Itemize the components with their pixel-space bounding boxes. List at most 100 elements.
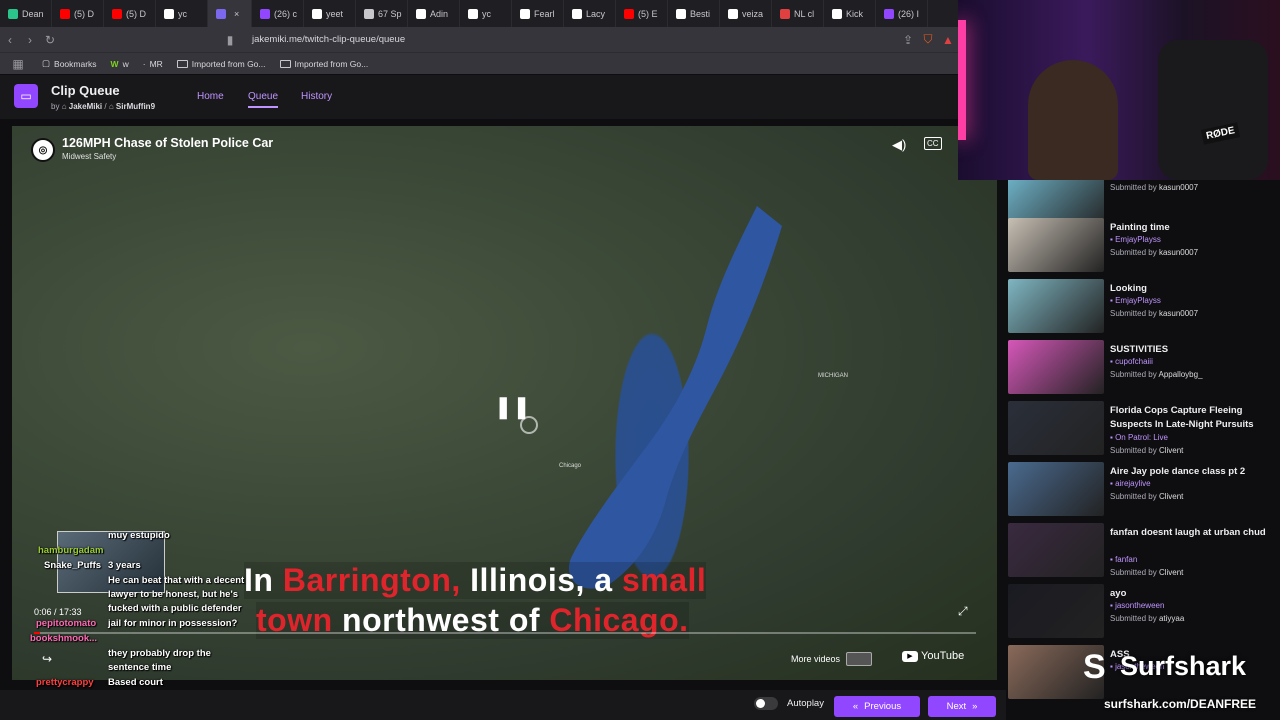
next-button[interactable]: Next» xyxy=(928,696,996,717)
queue-thumbnail[interactable] xyxy=(1008,279,1104,333)
clip-queue-logo-icon[interactable]: ▭ xyxy=(14,84,38,108)
browser-tab[interactable]: (26) c xyxy=(252,0,304,27)
browser-tab[interactable]: Lacy xyxy=(564,0,616,27)
video-title[interactable]: 126MPH Chase of Stolen Police Car xyxy=(62,136,273,150)
folder-icon xyxy=(279,59,291,68)
bookmark-folder[interactable]: Imported from Go... xyxy=(279,59,368,69)
queue-item[interactable]: Looking ▪ EmjayPlayss Submitted by kasun00… xyxy=(1008,279,1278,335)
browser-tab[interactable]: (5) E xyxy=(616,0,668,27)
bookmark-item[interactable]: ▢ Bookmarks xyxy=(42,58,97,69)
queue-thumbnail[interactable] xyxy=(1008,462,1104,516)
forward-arrow-icon[interactable]: › xyxy=(20,33,40,47)
browser-tab[interactable]: Besti xyxy=(668,0,720,27)
surfshark-ad: S Surfshark surfshark.com/DEANFREE xyxy=(1080,645,1280,720)
queue-item-submitter: Submitted by kasun0007 xyxy=(1110,309,1199,318)
queue-thumbnail[interactable] xyxy=(1008,584,1104,638)
x-icon xyxy=(312,8,322,19)
url-field[interactable]: jakemiki.me/twitch-clip-queue/queue xyxy=(252,34,405,45)
author-link[interactable]: SirMuffin9 xyxy=(116,102,155,111)
shield-icon[interactable]: ⛉ xyxy=(918,32,938,47)
channel-logo[interactable]: ◎ xyxy=(31,138,55,162)
previous-button[interactable]: «Previous xyxy=(834,696,920,717)
browser-tab[interactable]: (5) D xyxy=(104,0,156,27)
bookmark-folder[interactable]: Imported from Go... xyxy=(176,59,266,69)
more-videos-button[interactable]: More videos xyxy=(791,652,873,666)
queue-item-submitter: Submitted by Clivent xyxy=(1110,492,1184,501)
nav-history[interactable]: History xyxy=(301,91,332,102)
queue-item[interactable]: Painting time ▪ EmjayPlayss Submitted by k… xyxy=(1008,218,1278,274)
queue-item-title: Painting time xyxy=(1110,222,1170,233)
queue-item-title: ayo xyxy=(1110,588,1127,599)
app-title: Clip Queue xyxy=(51,83,120,98)
chat-text: Based court xyxy=(108,677,163,688)
chat-username: hamburgadam xyxy=(38,545,104,556)
warning-icon[interactable]: ▲ xyxy=(938,33,958,47)
chat-message: sentence time xyxy=(108,662,171,673)
author-link[interactable]: JakeMiki xyxy=(69,102,102,111)
browser-tab[interactable]: yc xyxy=(156,0,208,27)
browser-tab[interactable]: Dean xyxy=(0,0,52,27)
back-arrow-icon[interactable]: ‹ xyxy=(0,33,20,47)
github-icon: ⌂ xyxy=(61,102,67,111)
chat-message: hamburgadam xyxy=(38,545,103,556)
pause-icon[interactable]: ❚❚ xyxy=(494,394,531,420)
bookmarks-icon: ▢ xyxy=(42,58,51,68)
queue-item-title: Aire Jay pole dance class pt 2 xyxy=(1110,466,1246,477)
bookmark-item[interactable]: · MR xyxy=(143,59,163,69)
x-icon xyxy=(676,8,686,19)
chat-message: fucked with a public defender xyxy=(108,603,242,614)
fullscreen-icon[interactable]: ⤢ xyxy=(958,604,968,619)
streamer xyxy=(1028,60,1118,180)
queue-thumbnail[interactable] xyxy=(1008,218,1104,272)
apps-grid-icon[interactable]: ▦ xyxy=(8,57,28,71)
volume-icon[interactable]: ◀) xyxy=(892,137,906,153)
chat-text: they probably drop the xyxy=(108,648,211,659)
subtitle-line-1: In Barrington, Illinois, a small xyxy=(244,562,707,599)
browser-tab-bar: Dean (5) D (5) Dyc × (26) c yeet 67 Sp Adin yc Fe… xyxy=(0,0,958,27)
browser-tab[interactable]: Kick xyxy=(824,0,876,27)
captions-icon[interactable]: CC xyxy=(924,137,942,150)
bookmark-icon[interactable]: ▮ xyxy=(220,33,240,47)
x-icon xyxy=(164,8,174,19)
browser-tab[interactable]: Adin xyxy=(408,0,460,27)
queue-item-submitter: Submitted by atiyyaa xyxy=(1110,614,1185,623)
x-icon xyxy=(468,8,478,19)
youtube-logo[interactable]: ▶ YouTube xyxy=(902,650,964,662)
queue-item[interactable]: fanfan doesnt laugh at urban chud ▪ fanfa… xyxy=(1008,523,1278,579)
queue-item[interactable]: Aire Jay pole dance class pt 2 ▪ airejayl… xyxy=(1008,462,1278,518)
browser-tab[interactable]: (5) D xyxy=(52,0,104,27)
bookmark-item[interactable]: Ww xyxy=(111,59,129,69)
chat-text: sentence time xyxy=(108,662,172,673)
browser-tab[interactable]: 67 Sp xyxy=(356,0,408,27)
queue-item-title: Florida Cops Capture Fleeing Suspects In… xyxy=(1110,405,1254,430)
autoplay-label: Autoplay xyxy=(787,698,824,709)
browser-tab[interactable]: yc xyxy=(460,0,512,27)
nav-queue[interactable]: Queue xyxy=(248,91,279,108)
chat-message: muy estupido xyxy=(108,530,170,541)
browser-tab[interactable]: yeet xyxy=(304,0,356,27)
browser-tab[interactable]: (26) I xyxy=(876,0,928,27)
queue-item-title: SUSTIVITIES xyxy=(1110,344,1169,355)
reload-icon[interactable]: ↻ xyxy=(40,33,60,47)
map-label-chicago: Chicago xyxy=(559,463,582,469)
autoplay-toggle[interactable] xyxy=(754,697,778,710)
video-channel[interactable]: Midwest Safety xyxy=(62,152,116,161)
browser-tab[interactable]: Fearl xyxy=(512,0,564,27)
close-tab-icon[interactable]: × xyxy=(234,9,239,19)
folder-icon xyxy=(176,59,188,68)
queue-item[interactable]: Florida Cops Capture Fleeing Suspects In… xyxy=(1008,401,1278,457)
chat-message: they probably drop the xyxy=(108,648,211,659)
nav-home[interactable]: Home xyxy=(197,91,224,102)
browser-tab[interactable]: NL cl xyxy=(772,0,824,27)
queue-item[interactable]: SUSTIVITIES ▪ cupofchaiii Submitted by App… xyxy=(1008,340,1278,396)
chat-message: lawyer to be honest, but he's xyxy=(108,589,238,600)
queue-item[interactable]: ayo ▪ jasontheween Submitted by atiyyaa xyxy=(1008,584,1278,640)
queue-thumbnail[interactable] xyxy=(1008,340,1104,394)
ad-brand: Surfshark xyxy=(1120,651,1247,681)
chat-text: lawyer to be honest, but he's xyxy=(108,589,239,600)
queue-thumbnail[interactable] xyxy=(1008,523,1104,577)
share-page-icon[interactable]: ⇪ xyxy=(898,33,918,47)
browser-tab[interactable]: veiza xyxy=(720,0,772,27)
queue-thumbnail[interactable] xyxy=(1008,401,1104,455)
browser-tab[interactable]: × xyxy=(208,0,252,27)
